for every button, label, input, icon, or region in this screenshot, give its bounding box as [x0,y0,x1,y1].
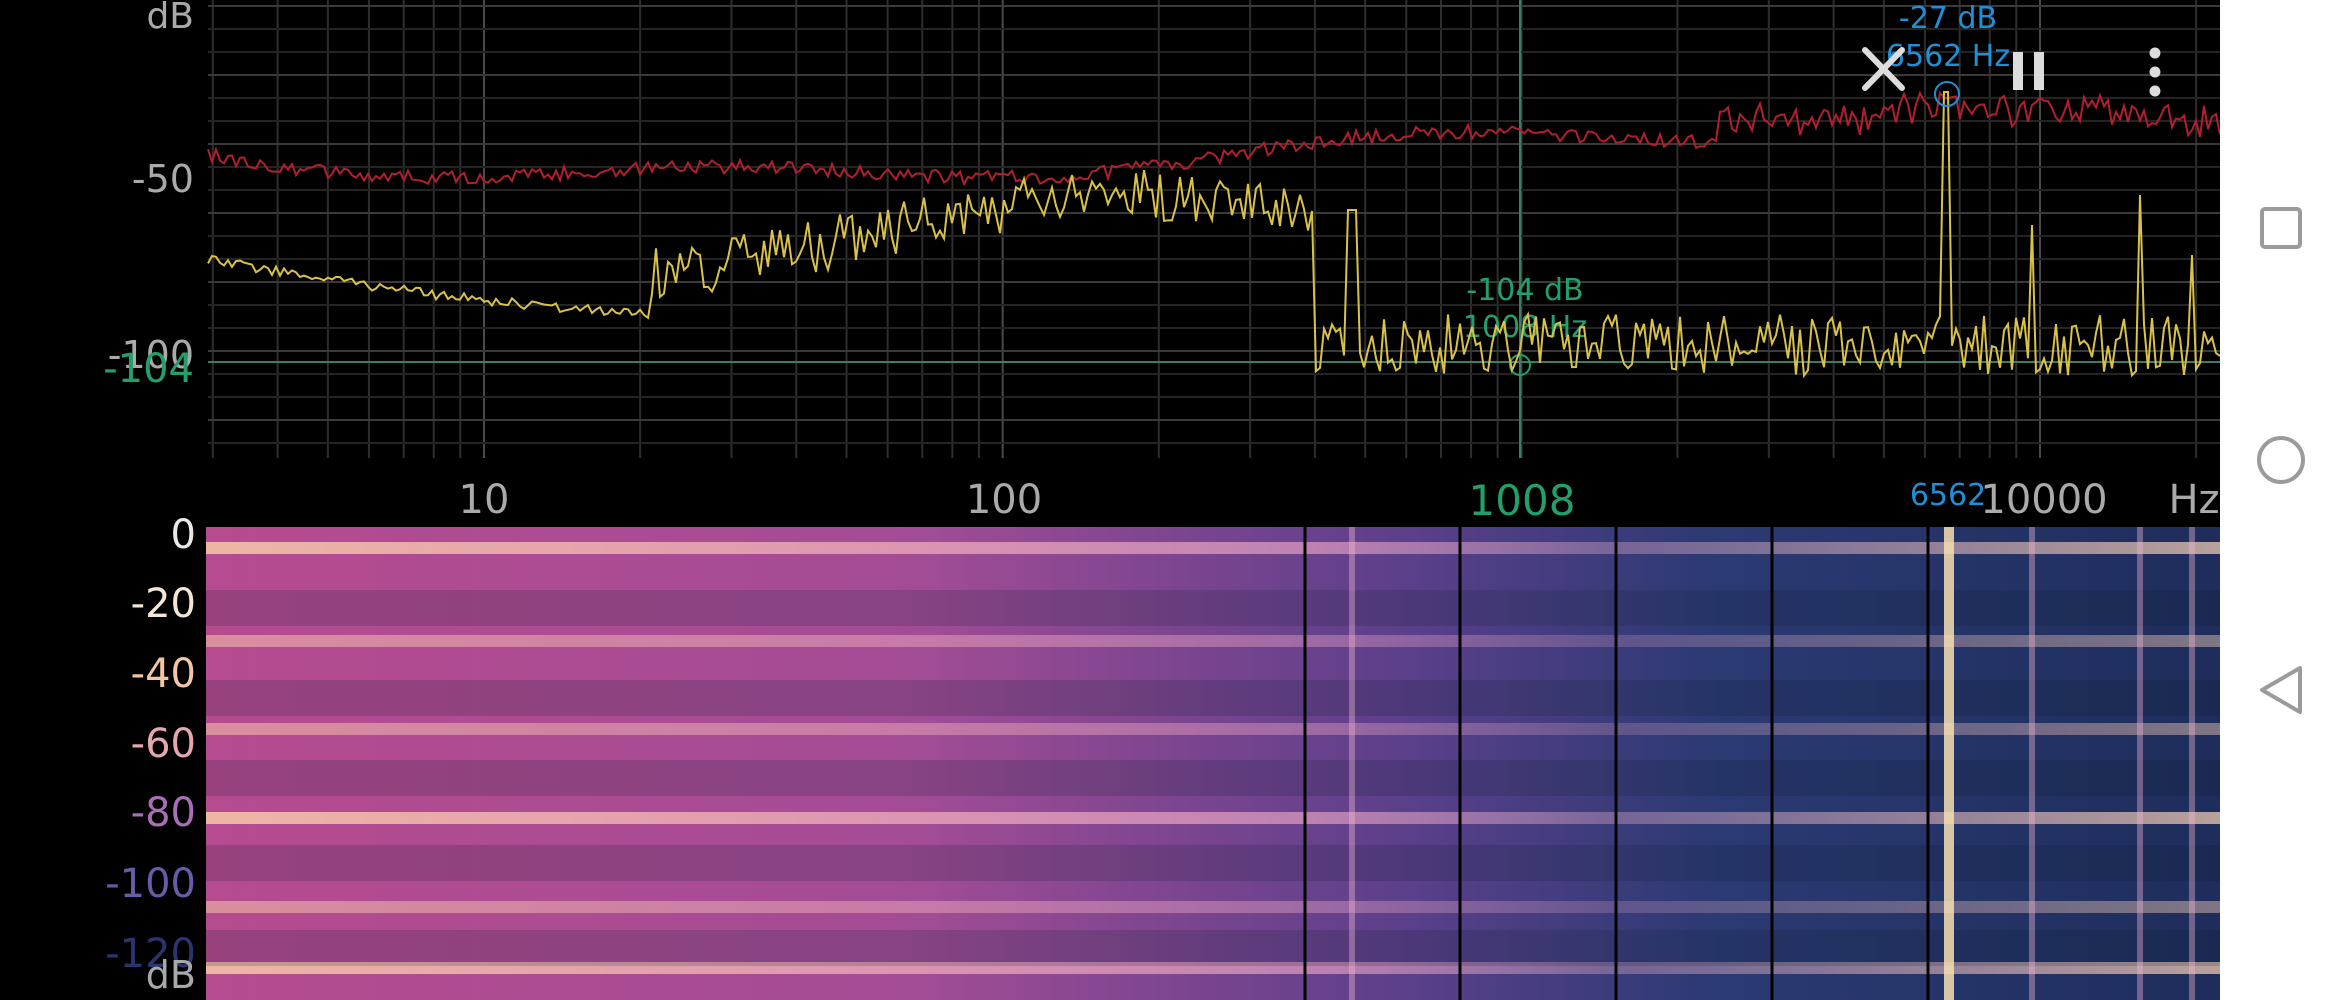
spectrogram-streak [206,901,2220,913]
spectrogram-y-label: -20 [131,581,196,627]
x-axis-unit-label: Hz [2168,477,2219,523]
cursor-db-axis-label: -104 [103,346,194,392]
x-tick-label: 10000 [1980,477,2107,523]
y-tick-label: -50 [132,157,194,201]
spectrogram-y-label: -80 [131,790,196,836]
spectrogram-streak [206,812,2220,824]
cursor-db-readout: -104 dB [1466,273,1583,308]
x-tick-label-peak: 6562 [1910,478,1986,513]
more-options-button[interactable] [2149,47,2161,97]
more-vert-icon [2149,47,2161,97]
spectrogram-tone-column [2029,527,2035,1000]
y-axis-unit-label: dB [146,0,194,37]
spectrogram[interactable]: 0 -20 -40 -60 -80 -100 -120 dB [105,512,2220,1000]
spectrogram-tone-column [1349,527,1355,1000]
spectrogram-streak [206,542,2220,554]
spectrogram-streak [206,723,2220,735]
spectrogram-tone-column [2189,527,2195,1000]
system-navigation-bar [2220,0,2340,1000]
peak-db-readout: -27 dB [1899,1,1997,36]
spectrogram-dark-band [206,680,2220,716]
spectrum-plot[interactable]: dB -50 -100 -104 -104 dB 1008 Hz -27 dB … [103,0,2221,525]
peak-freq-readout: 6562 Hz [1886,39,2010,74]
nav-bar-background [2220,0,2340,1000]
spectrogram-y-label: -100 [105,861,196,907]
x-tick-label: 100 [966,477,1042,523]
spectrogram-dark-band [206,590,2220,626]
spectrogram-unit-label: dB [146,953,196,997]
spectrogram-dark-band [206,930,2220,966]
spectrogram-y-label: -40 [131,651,196,697]
x-tick-label-cursor: 1008 [1469,476,1576,525]
spectrogram-y-label: 0 [171,512,196,558]
x-tick-label: 10 [459,477,510,523]
spectrogram-tone-column [2137,527,2143,1000]
stage: dB -50 -100 -104 -104 dB 1008 Hz -27 dB … [103,0,2340,1000]
spectrogram-streak [206,635,2220,647]
spectrogram-dark-band [206,760,2220,796]
spectrogram-dark-band [206,845,2220,881]
spectrogram-tone-column [1944,527,1954,1000]
spectrogram-y-label: -60 [131,721,196,767]
